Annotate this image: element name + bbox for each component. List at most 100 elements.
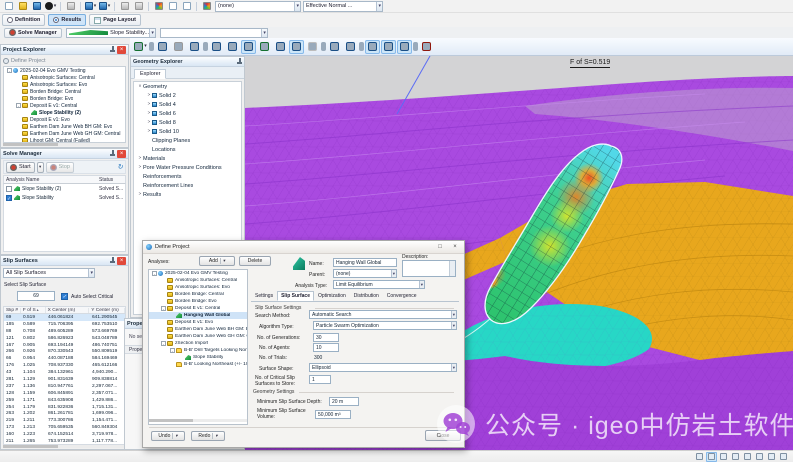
tree-item[interactable]: > Pore Water Pressure Conditions [134,163,241,172]
tree-item[interactable]: -2025-02-04 Evo GMV Testing [4,67,125,74]
add-button[interactable]: Add [199,256,235,266]
view-z-icon[interactable] [397,39,412,54]
dialog-tab[interactable]: Settings [251,291,277,301]
slip-row[interactable]: 167 0.905 693.194149 486.740751 [4,342,125,349]
analysis-checkbox[interactable] [6,185,12,192]
slip-row[interactable]: 128 1.159 606.845891 2,357.071... [4,390,125,397]
graph-icon[interactable] [166,1,179,12]
maximize-icon[interactable] [434,242,446,252]
sheet2-icon[interactable] [132,1,145,12]
zoom-icon[interactable] [754,452,765,462]
name-input[interactable]: Hanging Wall Global [333,258,397,267]
pin-icon[interactable] [237,58,242,65]
save-icon[interactable] [30,1,43,12]
tree-item[interactable]: -2025-02-04 Evo GMV Testing [149,270,247,277]
mesh-cube-icon[interactable] [257,40,272,54]
tree-item[interactable]: B-B' Looking Northeast (+/- 100') [149,361,247,368]
pin-icon[interactable] [110,150,115,157]
report-icon[interactable] [200,1,213,12]
refresh-icon[interactable] [117,164,123,171]
tree-item[interactable]: Anisotropic Surfaces: Evo [4,81,125,88]
dialog-tab[interactable]: Optimization [314,291,350,301]
algorithm-select[interactable]: Particle Swarm Optimization [313,321,457,330]
sheet-icon[interactable] [118,1,131,12]
tree-item[interactable]: > Solid 2 [134,91,241,100]
tab-explorer[interactable]: Explorer [134,69,167,79]
tree-item[interactable]: Reinforcement Lines [134,181,241,190]
redo-icon[interactable] [98,1,111,12]
store-input[interactable]: 1 [309,375,331,384]
recent-icon[interactable] [44,1,57,12]
column-header[interactable]: F of S [21,307,46,313]
pin-icon[interactable] [110,257,115,264]
tree-item[interactable]: Earthen Dam June Web BH GM: Evo [149,326,247,333]
tree-item[interactable]: Slope Stability [149,354,247,361]
graph2-icon[interactable] [180,1,193,12]
close-dialog-button[interactable]: Close [425,430,461,441]
Slope Stability (2)[interactable]: Slope Stability (2) Solved S... [4,184,125,193]
dialog-tab[interactable]: Slip Surface [277,291,314,301]
isosurface-icon[interactable] [241,39,256,54]
start-button[interactable]: Start [6,161,35,173]
open-folder-icon[interactable] [16,1,29,12]
pan-icon[interactable] [742,452,753,462]
strength-method-select[interactable]: Effective Normal ... [303,0,383,12]
auto-select-checkbox[interactable] [61,293,68,300]
dialog-tab[interactable]: Convergence [383,291,421,301]
start-options-button[interactable] [36,161,44,173]
slip-row[interactable]: 237 1.136 810.947761 2,297.067... [4,383,125,390]
depth-input[interactable]: 20 m [329,397,359,406]
tree-item[interactable]: > Solid 4 [134,100,241,109]
measure-icon[interactable] [171,40,186,54]
Slope Stability[interactable]: Slope StabilitySolved S... [4,193,125,202]
pin-icon[interactable] [110,46,115,53]
h-scrollbar[interactable] [149,419,247,422]
view-y-icon[interactable] [381,39,396,54]
sphere-icon[interactable] [187,40,202,54]
slip-row[interactable]: 259 1.171 843.635908 1,429.886... [4,397,125,404]
slip-row[interactable]: 66 0.954 440.087188 584.169469 [4,355,125,362]
tree-item[interactable]: Earthen Dam June Web GH GM: Central [4,130,125,137]
slip-row[interactable]: 281 1.129 901.831639 909.838814 [4,376,125,383]
tree-item[interactable]: Deposit E v1: Evo [4,116,125,123]
shape-select[interactable]: Ellipsoid [309,363,457,372]
colormap-select[interactable]: (none) [215,0,301,12]
close-icon[interactable] [117,149,126,158]
slip-row[interactable]: 160 1.223 674.152514 3,719.978... [4,431,125,438]
tree-item[interactable]: > Results [134,190,241,199]
tree-item[interactable]: Earthen Dam June Web GH GM: Central [149,333,247,340]
ghost-cube-icon[interactable] [305,40,320,54]
undo-icon[interactable] [84,1,97,12]
slip-row[interactable]: 43 1.104 384.132961 4,940.290... [4,369,125,376]
delete-button[interactable]: Delete [239,256,271,266]
define-project-item[interactable]: Define Project [3,56,46,65]
redo-button[interactable]: Redo [191,431,225,441]
slip-filter-select[interactable]: All Slip Surfaces [3,268,95,278]
slip-row[interactable]: 173 1.213 705.659535 560.849304 [4,424,125,431]
column-header[interactable]: X Center (m) [46,307,90,313]
solids-icon[interactable] [225,40,240,54]
tree-item[interactable]: Anisotropic Surfaces: Central [4,74,125,81]
slip-row[interactable]: 185 0.589 715.706395 692.753510 [4,321,125,328]
column-header[interactable]: Analysis Name [6,177,99,183]
slip-row[interactable]: 263 1.202 861.261781 1,699.096... [4,410,125,417]
tree-item[interactable]: Borden Bridge: Evo [149,298,247,305]
tree-item[interactable]: > Solid 10 [134,127,241,136]
close-icon[interactable] [117,256,126,265]
tree-item[interactable]: Anisotropic Surfaces: Evo [149,284,247,291]
snap-icon[interactable] [694,452,705,462]
tree-item[interactable]: Borden Bridge: Evo [4,95,125,102]
results-toggle[interactable]: Results [48,14,87,26]
zoom-in-icon[interactable] [327,40,342,54]
solve-manager-button[interactable]: Solve Manager [4,27,62,38]
copy-view-icon[interactable] [155,40,170,54]
h-scrollbar[interactable] [3,445,126,448]
tree-item[interactable]: - Deposit E v1: Central [4,102,125,109]
column-header[interactable]: Slip # [4,307,21,313]
h-scrollbar[interactable] [3,143,126,146]
tree-item[interactable]: -B-B' Drill Targets Looking Northeast (+… [149,347,247,354]
tree-item[interactable]: - Deposit E v1: Central [149,305,247,312]
dialog-tab[interactable]: Distribution [350,291,383,301]
slip-row[interactable]: 88 0.708 489.605289 573.669769 [4,328,125,335]
tree-item[interactable]: - zSection Import [149,340,247,347]
